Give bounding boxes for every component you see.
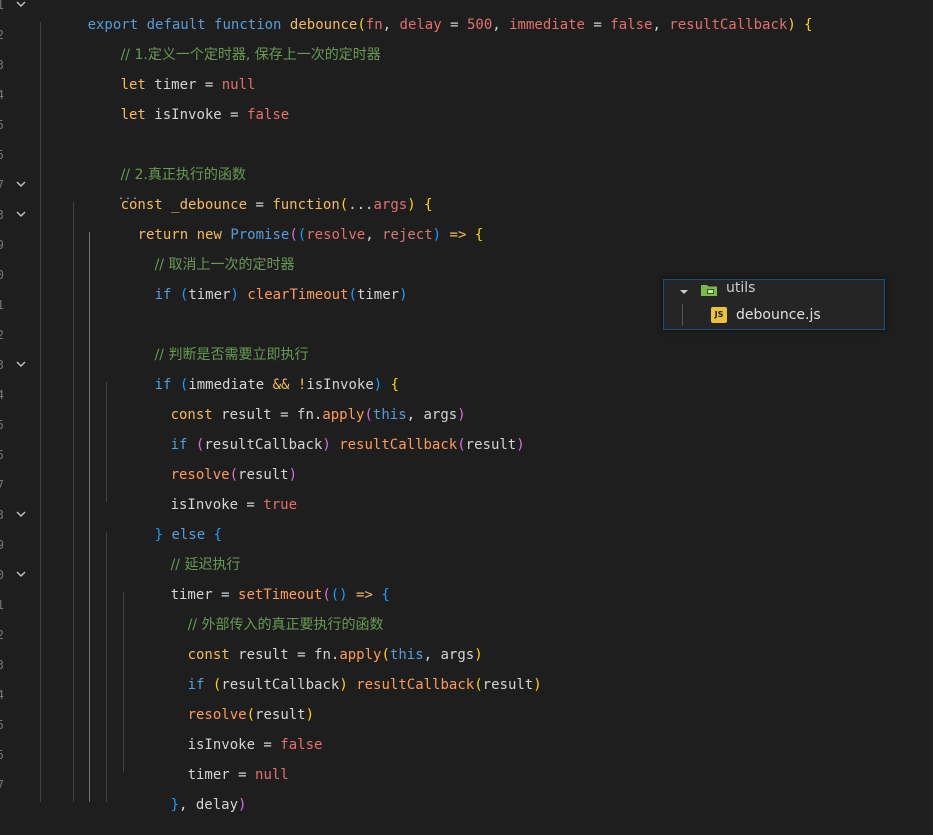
code-line-22[interactable]: const result = fn.apply(this, args) <box>137 625 483 663</box>
token: 500 <box>466 17 493 33</box>
code-line-23[interactable]: if (resultCallback) resultCallback(resul… <box>137 655 542 693</box>
code-line-25[interactable]: isInvoke = false <box>137 715 323 753</box>
indent-guide <box>73 202 74 802</box>
token: delay <box>399 17 442 33</box>
ellipsis-hint: ... <box>118 191 140 202</box>
code-line-10[interactable]: if (timer) clearTimeout(timer) <box>104 265 408 303</box>
file-label: debounce.js <box>736 307 821 323</box>
code-line-2[interactable]: // 1.定义一个定时器, 保存上一次的定时器 <box>70 25 381 63</box>
tree-folder-utils[interactable]: utils <box>664 280 884 302</box>
code-line-6[interactable]: // 2.真正执行的函数 <box>70 145 246 183</box>
code-line-14[interactable]: const result = fn.apply(this, args) <box>120 385 466 423</box>
code-line-12[interactable]: // 判断是否需要立即执行 <box>104 325 309 363</box>
folder-label: utils <box>726 280 756 296</box>
indent-guide <box>89 232 90 802</box>
code-line-20[interactable]: timer = setTimeout(() => { <box>120 565 390 603</box>
code-line-27[interactable]: }, delay) <box>120 775 247 813</box>
code-line-15[interactable]: if (resultCallback) resultCallback(resul… <box>120 415 525 453</box>
code-line-1[interactable]: export default function debounce(fn, del… <box>37 0 813 33</box>
tree-indent-guide <box>682 304 683 326</box>
code-line-19[interactable]: // 延迟执行 <box>120 535 241 573</box>
code-line-9[interactable]: // 取消上一次的定时器 <box>104 235 295 273</box>
code-editor[interactable]: 123455739012345573901234557 export defau… <box>0 0 933 813</box>
code-line-13[interactable]: if (immediate && !isInvoke) { <box>104 355 399 393</box>
code-line-8[interactable]: return new Promise((resolve, reject) => … <box>87 205 484 243</box>
code-line-4[interactable]: let isInvoke = false <box>70 85 290 123</box>
folder-icon <box>700 282 718 298</box>
code-line-24[interactable]: resolve(result) <box>137 685 314 723</box>
token: false <box>610 17 653 33</box>
chevron-down-icon[interactable] <box>679 285 689 295</box>
code-line-18[interactable]: } else { <box>104 505 222 543</box>
javascript-file-icon: JS <box>711 307 727 323</box>
code-line-26[interactable]: timer = null <box>137 745 289 783</box>
code-line-21[interactable]: // 外部传入的真正要执行的函数 <box>137 595 384 633</box>
code-line-3[interactable]: let timer = null <box>70 55 256 93</box>
explorer-popup[interactable]: utils JS debounce.js <box>663 279 885 330</box>
code-line-17[interactable]: isInvoke = true <box>120 475 297 513</box>
code-area[interactable]: export default function debounce(fn, del… <box>0 0 933 813</box>
tree-file-debounce[interactable]: JS debounce.js <box>664 304 884 326</box>
indent-guide <box>106 532 107 802</box>
token: resultCallback <box>669 17 788 33</box>
code-line-16[interactable]: resolve(result) <box>120 445 297 483</box>
token: immediate <box>509 17 585 33</box>
indent-guide <box>40 22 41 802</box>
